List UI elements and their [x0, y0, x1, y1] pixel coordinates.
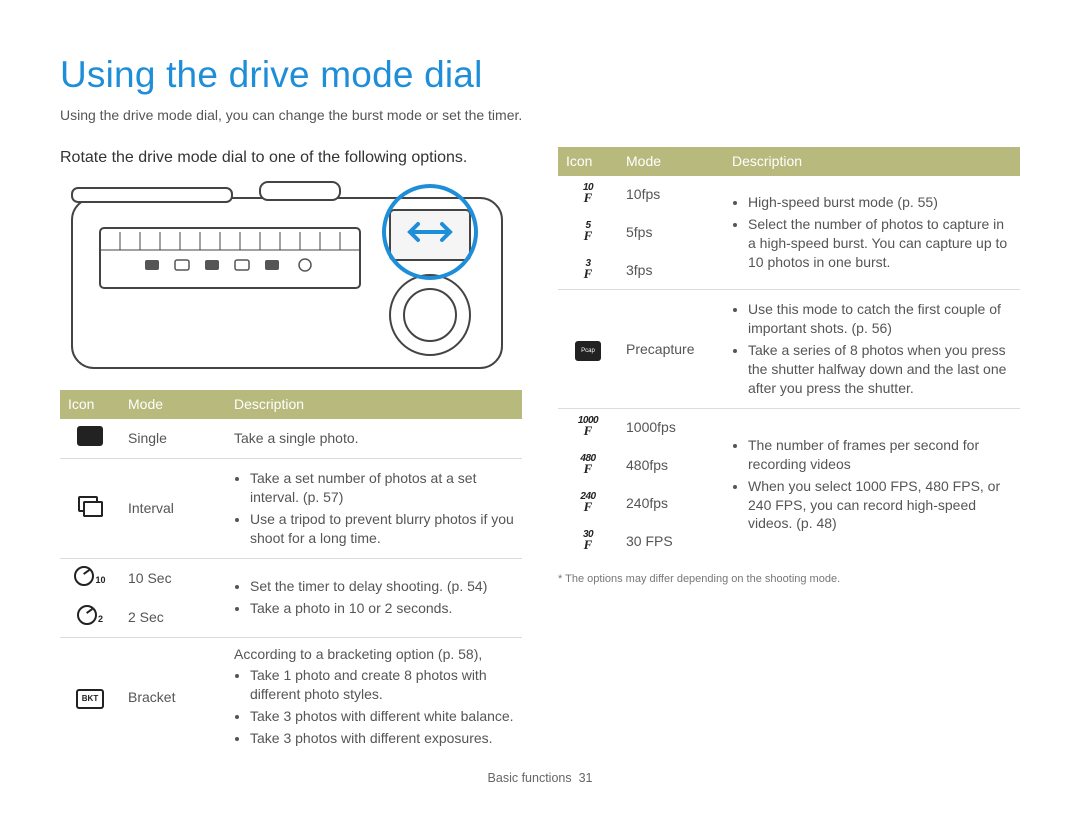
mode-3fps: 3fps — [618, 252, 724, 290]
fps10-icon: 10F — [583, 183, 593, 204]
mode-5fps: 5fps — [618, 214, 724, 252]
interval-icon — [78, 496, 102, 516]
pre-b1: Use this mode to catch the first couple … — [748, 300, 1012, 338]
timer-b1: Set the timer to delay shooting. (p. 54) — [250, 577, 514, 596]
interval-b2: Use a tripod to prevent blurry photos if… — [250, 510, 514, 548]
camera-illustration — [60, 180, 522, 380]
mode-240fps: 240fps — [618, 485, 724, 523]
desc-highspeed: High-speed burst mode (p. 55) Select the… — [724, 176, 1020, 290]
fps240-icon: 240F — [580, 492, 595, 513]
mode-bracket: Bracket — [120, 637, 226, 758]
fps-b1: The number of frames per second for reco… — [748, 436, 1012, 474]
th-mode-r: Mode — [618, 147, 724, 176]
pre-b2: Take a series of 8 photos when you press… — [748, 341, 1012, 398]
left-mode-table: Icon Mode Description Single Take a sing… — [60, 390, 522, 758]
row-single: Single Take a single photo. — [60, 419, 522, 458]
bracket-b2: Take 3 photos with different white balan… — [250, 707, 514, 726]
fps30-icon: 30F — [583, 530, 593, 551]
hs-b2: Select the number of photos to capture i… — [748, 215, 1012, 272]
bracket-b3: Take 3 photos with different exposures. — [250, 729, 514, 748]
right-column: Icon Mode Description 10F 10fps High-spe… — [558, 147, 1020, 758]
row-10sec: 10 10 Sec Set the timer to delay shootin… — [60, 558, 522, 597]
desc-timer: Set the timer to delay shooting. (p. 54)… — [226, 558, 522, 637]
desc-bracket: According to a bracketing option (p. 58)… — [226, 637, 522, 758]
single-icon — [77, 426, 103, 446]
th-icon: Icon — [60, 390, 120, 419]
bracket-b1: Take 1 photo and create 8 photos with di… — [250, 666, 514, 704]
fps1000-icon: 1000F — [578, 416, 598, 437]
bracket-icon: BKT — [76, 689, 104, 709]
th-mode: Mode — [120, 390, 226, 419]
right-mode-table: Icon Mode Description 10F 10fps High-spe… — [558, 147, 1020, 561]
mode-30fps: 30 FPS — [618, 523, 724, 561]
hs-b1: High-speed burst mode (p. 55) — [748, 193, 1012, 212]
interval-b1: Take a set number of photos at a set int… — [250, 469, 514, 507]
timer-b2: Take a photo in 10 or 2 seconds. — [250, 599, 514, 618]
fps-b2: When you select 1000 FPS, 480 FPS, or 24… — [748, 477, 1012, 534]
mode-precapture: Precapture — [618, 290, 724, 408]
page-subtitle: Using the drive mode dial, you can chang… — [60, 106, 1020, 125]
bracket-intro: According to a bracketing option (p. 58)… — [234, 645, 514, 664]
instruction-text: Rotate the drive mode dial to one of the… — [60, 147, 522, 169]
row-1000fps: 1000F 1000fps The number of frames per s… — [558, 408, 1020, 446]
mode-10sec: 10 Sec — [120, 558, 226, 597]
mode-10fps: 10fps — [618, 176, 724, 214]
fps3-icon: 3F — [584, 259, 593, 280]
page-title: Using the drive mode dial — [60, 50, 1020, 100]
mode-1000fps: 1000fps — [618, 408, 724, 446]
th-desc: Description — [226, 390, 522, 419]
row-interval: Interval Take a set number of photos at … — [60, 459, 522, 559]
mode-single: Single — [120, 419, 226, 458]
th-desc-r: Description — [724, 147, 1020, 176]
th-icon-r: Icon — [558, 147, 618, 176]
mode-480fps: 480fps — [618, 447, 724, 485]
precapture-icon: Pcap — [575, 341, 601, 361]
row-precapture: Pcap Precapture Use this mode to catch t… — [558, 290, 1020, 408]
mode-2sec: 2 Sec — [120, 598, 226, 637]
fps5-icon: 5F — [584, 221, 593, 242]
footer-section: Basic functions — [488, 771, 572, 785]
desc-videofps: The number of frames per second for reco… — [724, 408, 1020, 560]
mode-interval: Interval — [120, 459, 226, 559]
left-column: Rotate the drive mode dial to one of the… — [60, 147, 522, 758]
page-footer: Basic functions 31 — [0, 770, 1080, 787]
timer2-icon: 2 — [77, 605, 103, 625]
desc-interval: Take a set number of photos at a set int… — [226, 459, 522, 559]
footer-page: 31 — [579, 771, 593, 785]
fps480-icon: 480F — [580, 454, 595, 475]
desc-precapture: Use this mode to catch the first couple … — [724, 290, 1020, 408]
row-10fps: 10F 10fps High-speed burst mode (p. 55) … — [558, 176, 1020, 214]
desc-single: Take a single photo. — [226, 419, 522, 458]
row-bracket: BKT Bracket According to a bracketing op… — [60, 637, 522, 758]
footnote: * The options may differ depending on th… — [558, 572, 1020, 587]
timer10-icon: 10 — [74, 566, 105, 586]
